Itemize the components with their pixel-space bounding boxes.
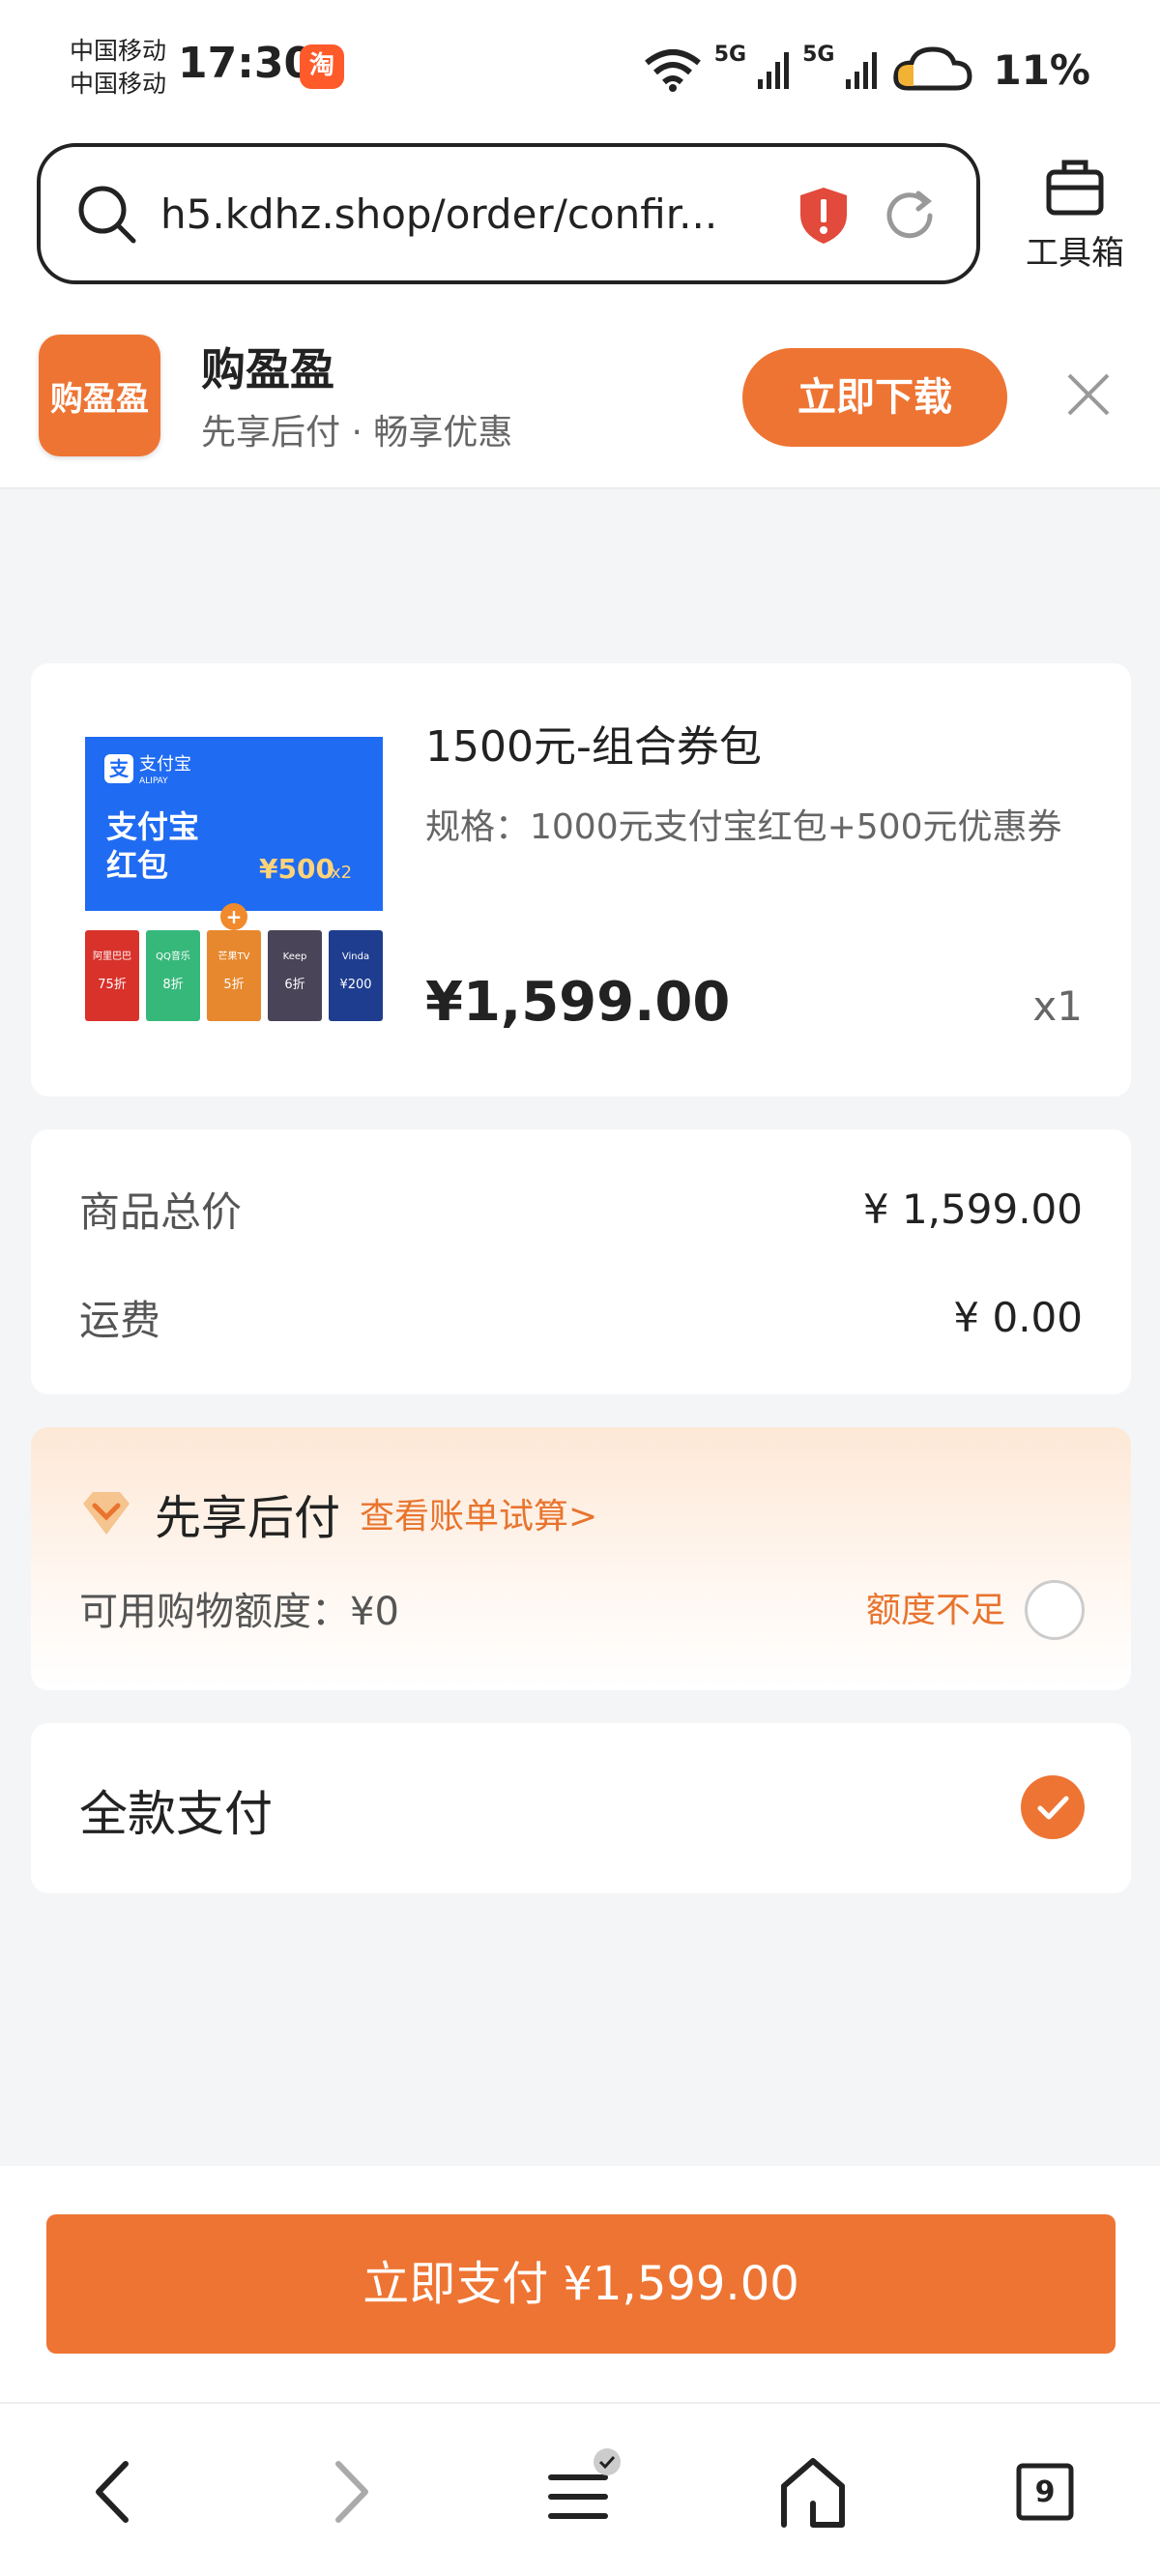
app-logo: 购盈盈 — [39, 335, 160, 456]
back-icon — [96, 2461, 129, 2523]
browser-nav-bar: 9 — [0, 2402, 1160, 2576]
product-image: 支 支付宝 ALIPAY 支付宝 红包 ¥500 x2 + 阿里巴巴 75折 QQ音… — [85, 737, 383, 1021]
shipping-label: 运费 — [79, 1297, 161, 1344]
image-brand: 支付宝 — [139, 754, 191, 775]
diamond-icon — [83, 1492, 130, 1535]
menu-button[interactable] — [537, 2448, 624, 2535]
product-quantity: x1 — [1032, 982, 1083, 1030]
toolbox-label: 工具箱 — [1026, 234, 1124, 273]
bnpl-title: 先享后付 — [155, 1491, 341, 1545]
forward-icon — [335, 2461, 368, 2523]
toolbox-icon — [1046, 160, 1104, 216]
home-icon — [781, 2458, 845, 2528]
coupon-tile-offer: 6折 — [284, 978, 304, 992]
signal-2-label: 5G — [802, 43, 835, 67]
taobao-app-icon: 淘 — [300, 44, 344, 89]
status-time: 17:30 — [178, 39, 314, 88]
coupon-tile — [207, 930, 261, 1021]
app-name: 购盈盈 — [201, 343, 334, 395]
signal-1-label: 5G — [713, 43, 747, 67]
coupon-tile — [146, 930, 200, 1021]
coupon-tile-offer: ¥200 — [339, 978, 371, 992]
carrier-1: 中国移动 — [70, 37, 167, 65]
coupon-tiles: 阿里巴巴 75折 QQ音乐 8折 芒果TV 5折 Keep 6折 Vinda ¥200 — [85, 930, 383, 1021]
product-title: 1500元-组合券包 — [425, 722, 762, 772]
full-payment-radio[interactable] — [1021, 1775, 1085, 1839]
insufficient-credit-label: 额度不足 — [865, 1591, 1005, 1630]
url-text[interactable]: h5.kdhz.shop/order/confir... — [160, 190, 721, 238]
browser-toolbar: h5.kdhz.shop/order/confir... 工具箱 — [0, 135, 1160, 306]
shipping-value: ¥ 0.00 — [953, 1294, 1083, 1341]
goods-total-label: 商品总价 — [79, 1188, 243, 1236]
signal-1-icon — [758, 52, 790, 89]
close-icon[interactable] — [1059, 366, 1117, 424]
coupon-tile-name: 阿里巴巴 — [93, 951, 131, 962]
image-brand-en: ALIPAY — [139, 776, 168, 786]
full-payment-option[interactable]: 全款支付 — [31, 1723, 1131, 1893]
carrier-2: 中国移动 — [70, 70, 167, 98]
product-card[interactable]: 支 支付宝 ALIPAY 支付宝 红包 ¥500 x2 + 阿里巴巴 75折 QQ音… — [31, 663, 1131, 1097]
payment-bar: 立即支付 ¥1,599.00 — [0, 2166, 1160, 2402]
reload-icon[interactable] — [880, 186, 940, 246]
coupon-tile-name: Keep — [283, 951, 307, 962]
shipping-row: 运费 ¥ 0.00 — [79, 1288, 1083, 1347]
address-bar[interactable]: h5.kdhz.shop/order/confir... — [37, 143, 980, 284]
image-multiplier: x2 — [331, 863, 352, 883]
coupon-tile — [268, 930, 322, 1021]
forward-button[interactable] — [307, 2448, 394, 2535]
product-price: ¥1,599.00 — [425, 971, 731, 1034]
app-slogan: 先享后付 · 畅享优惠 — [201, 413, 513, 453]
coupon-tile — [85, 930, 139, 1021]
app-download-banner: 购盈盈 购盈盈 先享后付 · 畅享优惠 立即下载 — [0, 306, 1160, 489]
home-button[interactable] — [769, 2448, 856, 2535]
product-spec: 规格：1000元支付宝红包+500元优惠券 — [425, 807, 1062, 847]
coupon-tile — [329, 930, 383, 1021]
menu-icon — [548, 2448, 621, 2519]
coupon-tile-offer: 8折 — [162, 978, 183, 992]
alipay-logo-icon: 支 — [109, 757, 130, 780]
coupon-tile-name: 芒果TV — [218, 950, 250, 962]
goods-total-row: 商品总价 ¥ 1,599.00 — [79, 1180, 1083, 1239]
security-warning-icon[interactable] — [797, 186, 851, 246]
search-icon — [78, 186, 136, 244]
wifi-icon — [644, 49, 701, 92]
check-icon — [1037, 1796, 1069, 1820]
signal-2-icon — [846, 52, 878, 89]
coupon-tile-name: QQ音乐 — [156, 950, 190, 962]
tabs-count: 9 — [1034, 2474, 1056, 2509]
toolbox-button[interactable]: 工具箱 — [1017, 157, 1133, 274]
coupon-tile-offer: 5折 — [223, 978, 244, 992]
app-logo-text: 购盈盈 — [50, 379, 149, 419]
image-headline-2: 红包 — [106, 847, 168, 884]
plus-icon: + — [226, 905, 243, 928]
price-summary: 商品总价 ¥ 1,599.00 运费 ¥ 0.00 — [31, 1129, 1131, 1394]
battery-level: 11% — [993, 45, 1090, 94]
download-button[interactable]: 立即下载 — [742, 348, 1007, 447]
tabs-button[interactable]: 9 — [1001, 2448, 1088, 2535]
pay-now-button[interactable]: 立即支付 ¥1,599.00 — [46, 2214, 1116, 2354]
image-amount: ¥500 — [259, 853, 334, 885]
status-bar: 中国移动 中国移动 17:30 淘 5G 5G 11% — [0, 0, 1160, 135]
coupon-tile-offer: 75折 — [98, 978, 127, 992]
battery-icon — [893, 46, 972, 91]
credit-limit: 可用购物额度：¥0 — [79, 1590, 399, 1634]
goods-total-value: ¥ 1,599.00 — [862, 1186, 1083, 1233]
status-indicators: 5G 5G 11% — [643, 43, 1090, 97]
full-payment-label: 全款支付 — [79, 1786, 273, 1842]
bnpl-option[interactable]: 先享后付 查看账单试算> 可用购物额度：¥0 额度不足 — [31, 1427, 1131, 1690]
bnpl-radio[interactable] — [1025, 1580, 1085, 1640]
coupon-tile-name: Vinda — [342, 951, 369, 962]
carrier-info: 中国移动 中国移动 — [70, 35, 166, 101]
image-headline-1: 支付宝 — [106, 808, 199, 845]
bill-estimate-link[interactable]: 查看账单试算> — [360, 1488, 597, 1538]
back-button[interactable] — [70, 2448, 157, 2535]
bnpl-header: 先享后付 查看账单试算> — [79, 1479, 597, 1547]
